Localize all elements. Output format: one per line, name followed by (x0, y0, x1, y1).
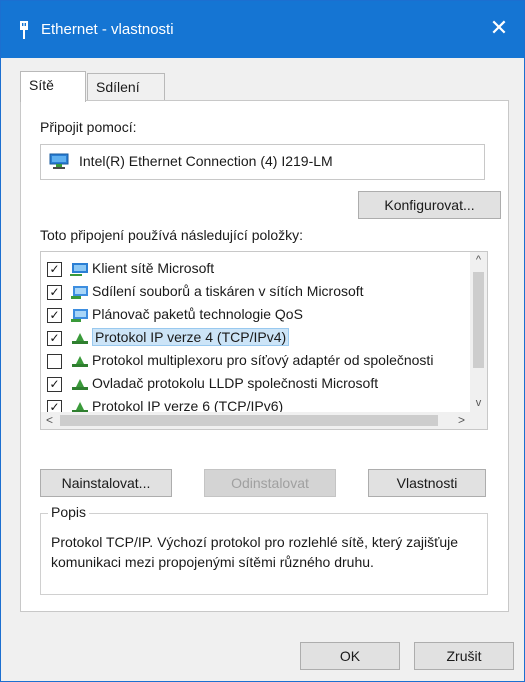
tab-sharing[interactable]: Sdílení (87, 73, 165, 101)
properties-button[interactable]: Vlastnosti (368, 469, 486, 497)
scroll-up-icon[interactable]: ^ (470, 252, 487, 269)
adapter-box: Intel(R) Ethernet Connection (4) I219-LM (40, 144, 485, 180)
network-cable-icon (20, 21, 28, 39)
description-text: Protokol TCP/IP. Výchozí protokol pro ro… (51, 534, 459, 570)
item-checkbox[interactable]: ✓ (47, 331, 62, 346)
cancel-button[interactable]: Zrušit (414, 642, 514, 670)
network-service-icon (71, 309, 88, 322)
protocol-icon (72, 356, 88, 367)
close-button[interactable]: ✕ (486, 15, 512, 41)
item-label: Klient sítě Microsoft (92, 260, 215, 276)
items-list[interactable]: ✓ Klient sítě Microsoft ✓ Sdílení soubor… (40, 251, 488, 430)
adapter-name: Intel(R) Ethernet Connection (4) I219-LM (79, 153, 333, 169)
item-checkbox[interactable]: ✓ (47, 262, 62, 277)
window-title: Ethernet - vlastnosti (41, 21, 174, 38)
scroll-right-icon[interactable]: > (453, 412, 470, 429)
title-bar[interactable]: Ethernet - vlastnosti ✕ (1, 1, 524, 58)
item-checkbox[interactable]: ✓ (47, 285, 62, 300)
install-button[interactable]: Nainstalovat... (40, 469, 172, 497)
network-client-icon (70, 263, 88, 276)
scroll-left-icon[interactable]: < (41, 412, 58, 429)
properties-dialog: Ethernet - vlastnosti ✕ Sítě Sdílení Při… (0, 0, 525, 682)
item-label: Sdílení souborů a tiskáren v sítích Micr… (92, 283, 364, 299)
items-label: Toto připojení používá následující polož… (40, 227, 304, 243)
list-item[interactable]: ✓ Ovladač protokolu LLDP společnosti Mic… (41, 373, 468, 395)
horizontal-scrollbar[interactable]: < > (41, 412, 487, 429)
description-group: Popis Protokol TCP/IP. Výchozí protokol … (40, 504, 488, 595)
tab-networks[interactable]: Sítě (20, 71, 86, 102)
description-legend: Popis (48, 504, 90, 520)
item-label: Ovladač protokolu LLDP společnosti Micro… (92, 375, 379, 391)
network-adapter-icon (49, 153, 69, 169)
protocol-icon (72, 333, 88, 344)
list-item[interactable]: ✓ Sdílení souborů a tiskáren v sítích Mi… (41, 281, 468, 303)
list-item[interactable]: ✓ Klient sítě Microsoft (41, 258, 468, 280)
item-checkbox[interactable] (47, 354, 62, 369)
ok-button[interactable]: OK (300, 642, 400, 670)
horizontal-scroll-thumb[interactable] (60, 415, 438, 426)
scroll-down-icon[interactable]: v (470, 395, 487, 412)
list-item-selected[interactable]: ✓ Protokol IP verze 4 (TCP/IPv4) (41, 327, 468, 349)
vertical-scroll-thumb[interactable] (473, 272, 484, 368)
network-service-icon (71, 286, 88, 299)
item-checkbox[interactable]: ✓ (47, 377, 62, 392)
item-checkbox[interactable]: ✓ (47, 308, 62, 323)
vertical-scrollbar[interactable]: ^ v (470, 252, 487, 412)
uninstall-button[interactable]: Odinstalovat (204, 469, 336, 497)
tab-panel-networks: Připojit pomocí: Intel(R) Ethernet Conne… (20, 100, 509, 612)
protocol-icon (72, 379, 88, 390)
configure-button[interactable]: Konfigurovat... (358, 191, 501, 219)
item-label: Plánovač paketů technologie QoS (92, 306, 303, 322)
connect-using-label: Připojit pomocí: (40, 119, 137, 135)
list-item[interactable]: Protokol multiplexoru pro síťový adaptér… (41, 350, 468, 372)
list-item[interactable]: ✓ Plánovač paketů technologie QoS (41, 304, 468, 326)
item-label: Protokol IP verze 4 (TCP/IPv4) (92, 328, 290, 346)
item-label: Protokol multiplexoru pro síťový adaptér… (92, 352, 434, 368)
